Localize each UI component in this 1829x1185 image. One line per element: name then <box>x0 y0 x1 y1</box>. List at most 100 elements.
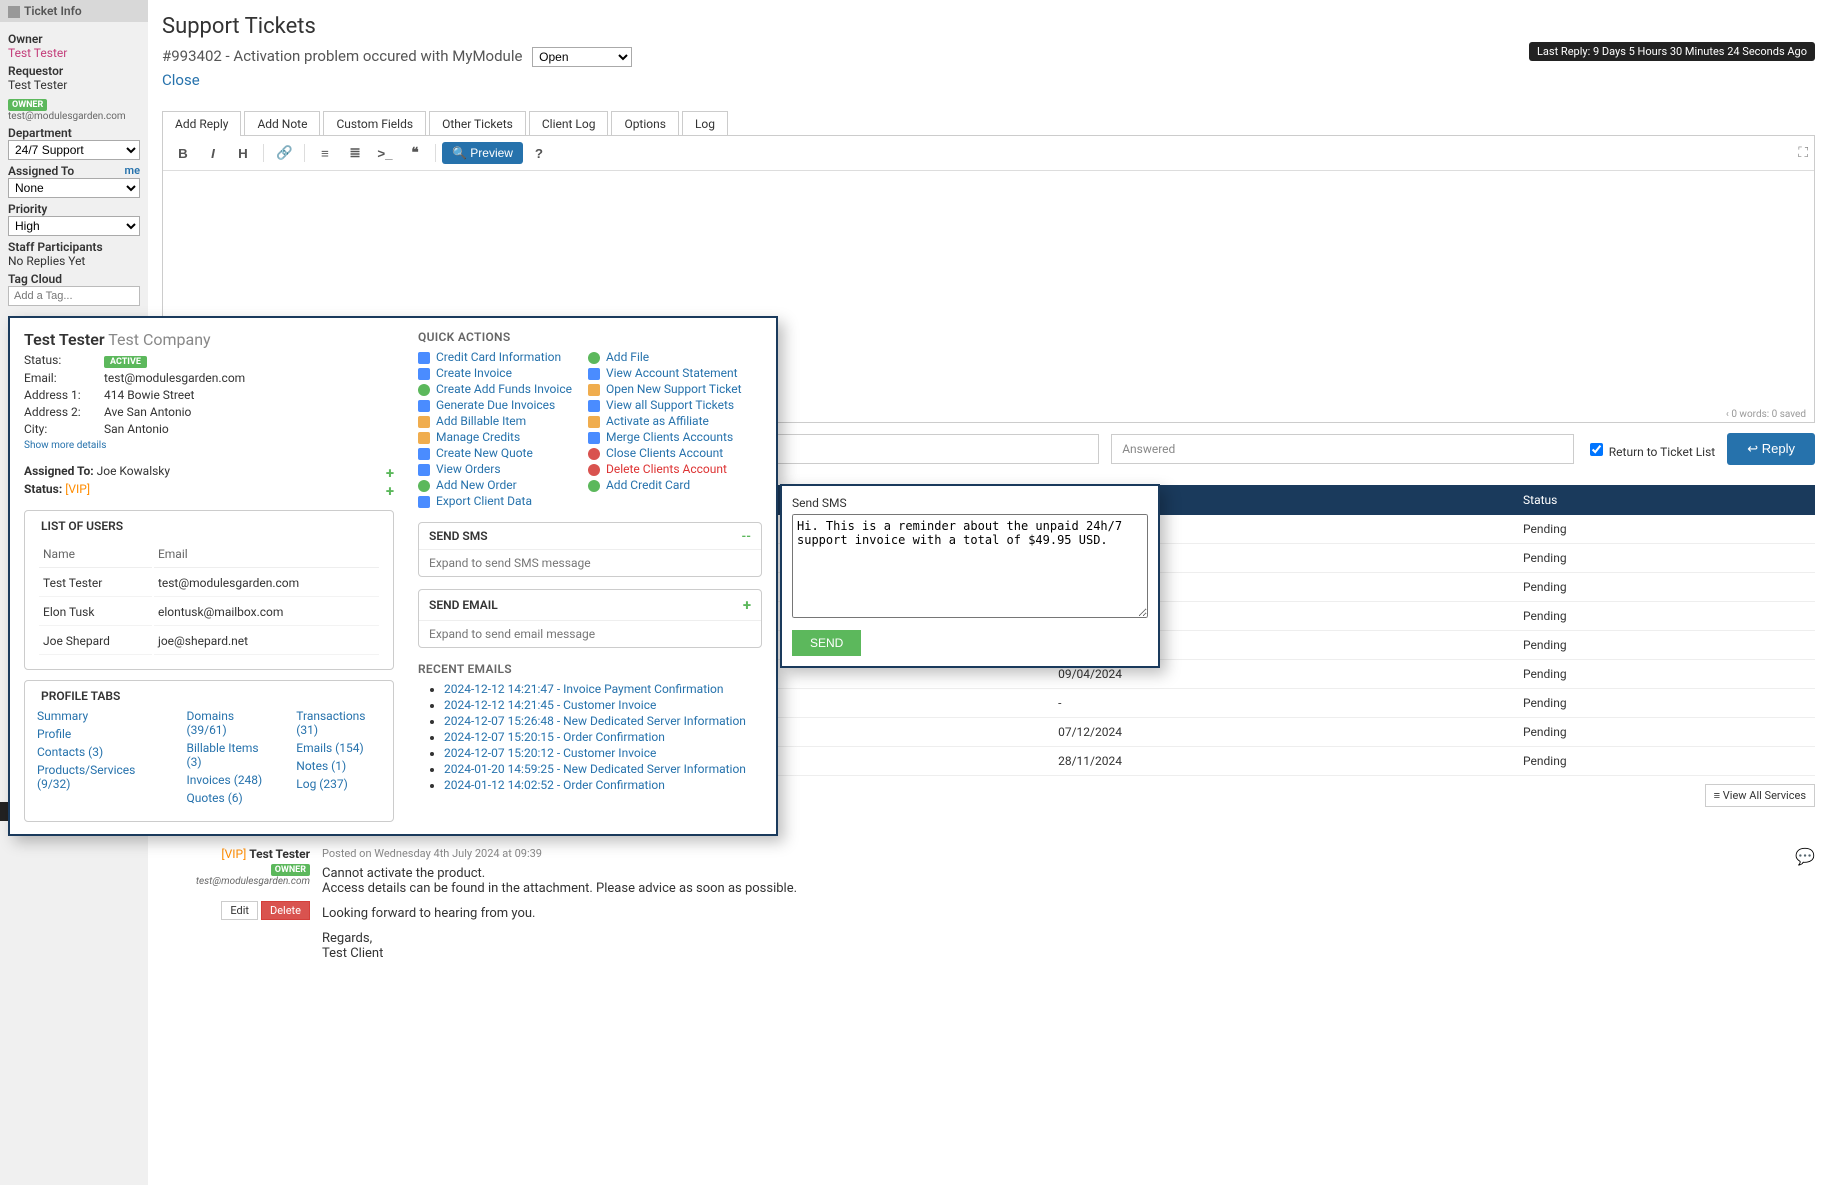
bold-button[interactable]: B <box>169 140 197 166</box>
recent-emails-title: RECENT EMAILS <box>418 662 762 676</box>
profile-tab-link[interactable]: Transactions (31) <box>296 709 381 737</box>
profile-tab-link[interactable]: Summary <box>37 709 159 723</box>
link-button[interactable]: 🔗 <box>270 140 298 166</box>
quick-action-link[interactable]: View Orders <box>418 462 572 476</box>
expand-icon[interactable]: + <box>743 596 751 614</box>
quick-action-link[interactable]: Open New Support Ticket <box>588 382 742 396</box>
assigned-select[interactable]: None <box>8 178 140 198</box>
send-email-panel[interactable]: SEND EMAIL+ Expand to send email message <box>418 589 762 648</box>
quick-action-link[interactable]: Create New Quote <box>418 446 572 460</box>
quick-action-link[interactable]: Generate Due Invoices <box>418 398 572 412</box>
profile-tab-link[interactable]: Profile <box>37 727 159 741</box>
tab-custom-fields[interactable]: Custom Fields <box>323 111 426 136</box>
profile-tab-link[interactable]: Log (237) <box>296 777 381 791</box>
sms-textarea[interactable] <box>792 514 1148 618</box>
dept-select[interactable]: 24/7 Support <box>8 140 140 160</box>
quick-action-link[interactable]: Create Invoice <box>418 366 572 380</box>
ticket-status-select[interactable]: Open <box>532 47 632 67</box>
close-link[interactable]: Close <box>162 71 200 89</box>
table-cell: Pending <box>1515 631 1815 660</box>
recent-email-link[interactable]: 2024-12-07 15:26:48 - New Dedicated Serv… <box>444 714 746 728</box>
recent-email-link[interactable]: 2024-12-12 14:21:45 - Customer Invoice <box>444 698 656 712</box>
add-assignee-button[interactable]: + <box>386 464 394 482</box>
recent-email-link[interactable]: 2024-12-12 14:21:47 - Invoice Payment Co… <box>444 682 724 696</box>
recent-email-link[interactable]: 2024-12-07 15:20:15 - Order Confirmation <box>444 730 665 744</box>
quick-action-link[interactable]: Delete Clients Account <box>588 462 742 476</box>
send-sms-hint: Expand to send SMS message <box>419 550 761 576</box>
staff-label: Staff Participants <box>8 240 140 254</box>
table-cell: Pending <box>1515 718 1815 747</box>
view-all-services-button[interactable]: ≡ View All Services <box>1705 784 1815 807</box>
preview-button[interactable]: 🔍 Preview <box>442 142 523 164</box>
show-more-link[interactable]: Show more details <box>24 440 106 451</box>
quick-action-link[interactable]: Manage Credits <box>418 430 572 444</box>
tab-add-reply[interactable]: Add Reply <box>162 111 241 136</box>
msg-line: Test Client <box>322 946 1815 961</box>
quick-action-link[interactable]: Activate as Affiliate <box>588 414 742 428</box>
owner-link[interactable]: Test Tester <box>8 46 67 60</box>
quick-action-link[interactable]: View Account Statement <box>588 366 742 380</box>
staff-value: No Replies Yet <box>8 254 140 268</box>
quick-action-link[interactable]: Add File <box>588 350 742 364</box>
help-button[interactable]: ? <box>525 140 553 166</box>
priority-select[interactable]: High <box>8 216 140 236</box>
table-cell: Pending <box>1515 515 1815 544</box>
send-button[interactable]: SEND <box>792 630 861 656</box>
owner-badge: OWNER <box>8 99 47 111</box>
quick-action-link[interactable]: Add Billable Item <box>418 414 572 428</box>
profile-tab-link[interactable]: Notes (1) <box>296 759 381 773</box>
recent-email-link[interactable]: 2024-12-07 15:20:12 - Customer Invoice <box>444 746 656 760</box>
quick-action-link[interactable]: Create Add Funds Invoice <box>418 382 572 396</box>
profile-tab-link[interactable]: Products/Services (9/32) <box>37 763 159 791</box>
assigned-to-value: Joe Kowalsky <box>97 464 170 478</box>
quick-action-link[interactable]: Credit Card Information <box>418 350 572 364</box>
reply-button[interactable]: ↩ Reply <box>1727 433 1815 465</box>
profile-tab-link[interactable]: Contacts (3) <box>37 745 159 759</box>
status-select-reply[interactable]: Answered <box>1111 434 1574 464</box>
quote-button[interactable]: ❝ <box>401 140 429 166</box>
return-checkbox-label[interactable]: Return to Ticket List <box>1586 440 1715 459</box>
add-status-button[interactable]: + <box>386 482 394 500</box>
quick-action-link[interactable]: Export Client Data <box>418 494 572 508</box>
return-checkbox[interactable] <box>1590 443 1603 456</box>
profile-tab-link[interactable]: Domains (39/61) <box>187 709 269 737</box>
ul-button[interactable]: ≣ <box>341 140 369 166</box>
quick-action-link[interactable]: Add Credit Card <box>588 478 742 492</box>
send-sms-panel[interactable]: SEND SMS-- Expand to send SMS message <box>418 522 762 577</box>
assign-me-link[interactable]: me <box>125 164 140 177</box>
tab-log[interactable]: Log <box>682 111 728 136</box>
last-reply-badge: Last Reply: 9 Days 5 Hours 30 Minutes 24… <box>1529 42 1815 61</box>
quick-action-link[interactable]: Merge Clients Accounts <box>588 430 742 444</box>
recent-email-link[interactable]: 2024-01-20 14:59:25 - New Dedicated Serv… <box>444 762 746 776</box>
send-email-hint: Expand to send email message <box>419 621 761 647</box>
italic-button[interactable]: I <box>199 140 227 166</box>
table-cell: 07/12/2024 <box>1050 718 1515 747</box>
expand-icon[interactable]: ⛶ <box>1798 145 1808 161</box>
ol-button[interactable]: ≡ <box>311 140 339 166</box>
profile-tab-link[interactable]: Invoices (248) <box>187 773 269 787</box>
delete-button[interactable]: Delete <box>261 901 310 920</box>
assigned-to-label: Assigned To: <box>24 464 94 478</box>
profile-tab-link[interactable]: Quotes (6) <box>187 791 269 805</box>
table-cell: Pending <box>1515 660 1815 689</box>
collapse-icon[interactable]: -- <box>742 529 751 543</box>
quick-action-link[interactable]: View all Support Tickets <box>588 398 742 412</box>
heading-button[interactable]: H <box>229 140 257 166</box>
recent-email-link[interactable]: 2024-01-12 14:02:52 - Order Confirmation <box>444 778 665 792</box>
tab-add-note[interactable]: Add Note <box>244 111 320 136</box>
code-button[interactable]: >_ <box>371 140 399 166</box>
editor-toolbar: B I H 🔗 ≡ ≣ >_ ❝ 🔍 Preview ? ⛶ <box>163 136 1814 171</box>
chat-icon[interactable]: 💬 <box>1795 847 1815 866</box>
tab-client-log[interactable]: Client Log <box>529 111 609 136</box>
profile-tab-link[interactable]: Billable Items (3) <box>187 741 269 769</box>
field-value: San Antonio <box>104 422 394 436</box>
table-header[interactable]: Status <box>1515 485 1815 515</box>
quick-action-link[interactable]: Close Clients Account <box>588 446 742 460</box>
edit-button[interactable]: Edit <box>221 901 258 920</box>
field-label: Email: <box>24 371 96 385</box>
tag-input[interactable] <box>8 286 140 306</box>
profile-tab-link[interactable]: Emails (154) <box>296 741 381 755</box>
tab-other-tickets[interactable]: Other Tickets <box>429 111 526 136</box>
tab-options[interactable]: Options <box>611 111 679 136</box>
quick-action-link[interactable]: Add New Order <box>418 478 572 492</box>
